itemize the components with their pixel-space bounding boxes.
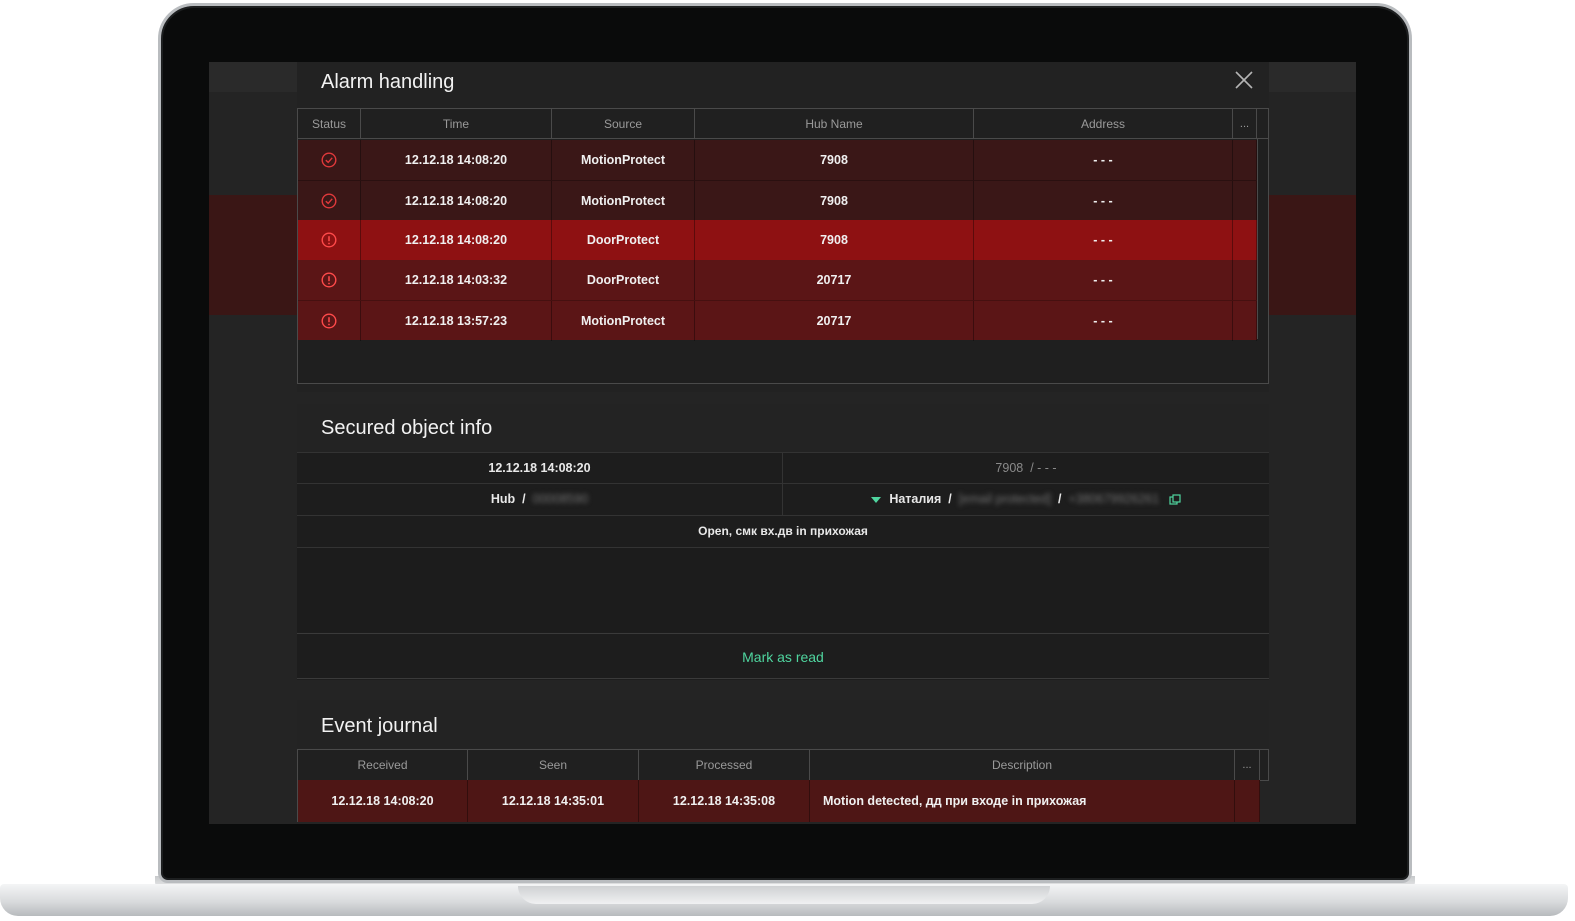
time-cell: 12.12.18 13:57:23	[361, 301, 552, 341]
col-status[interactable]: Status	[298, 109, 361, 139]
close-icon	[1235, 71, 1253, 89]
table-row-selected[interactable]: 12.12.18 14:08:20 DoorProtect 7908 - - -	[298, 220, 1257, 260]
received-cell: 12.12.18 14:08:20	[298, 780, 468, 822]
user-cell: Наталия / [email protected] / +380679926…	[783, 484, 1269, 515]
more-cell	[1233, 220, 1257, 260]
col-description[interactable]: Description	[810, 750, 1235, 780]
hub-label: Hub	[490, 492, 516, 506]
seen-cell: 12.12.18 14:35:01	[468, 780, 639, 822]
copy-icon[interactable]	[1169, 494, 1181, 506]
col-received[interactable]: Received	[298, 750, 468, 780]
more-cell	[1233, 140, 1257, 180]
more-cell	[1233, 181, 1257, 221]
alarm-table-header: Status Time Source Hub Name Address ...	[298, 109, 1268, 139]
scrollbar-track[interactable]	[1257, 139, 1258, 339]
source-cell: MotionProtect	[552, 301, 695, 341]
alarm-handling-modal: Alarm handling Status Time Source Hub Na…	[297, 62, 1269, 824]
hub-cell: Hub / 00008590	[297, 484, 783, 515]
alert-circle-icon	[321, 313, 337, 329]
table-row[interactable]: 12.12.18 14:08:20 MotionProtect 7908 - -…	[298, 140, 1257, 180]
comment-area[interactable]	[297, 548, 1269, 632]
source-cell: MotionProtect	[552, 181, 695, 221]
alert-circle-icon	[321, 232, 337, 248]
address-cell: - - -	[974, 220, 1233, 260]
check-circle-icon	[321, 152, 337, 168]
processed-cell: 12.12.18 14:35:08	[639, 780, 810, 822]
time-cell: 12.12.18 14:03:32	[361, 260, 552, 300]
event-timestamp: 12.12.18 14:08:20	[297, 453, 783, 484]
address-cell: - - -	[974, 181, 1233, 221]
journal-table-header: Received Seen Processed Description ...	[297, 749, 1269, 781]
info-row-event: Open, смк вх.дв in прихожая	[297, 516, 1269, 548]
close-button[interactable]	[1234, 70, 1254, 90]
user-dropdown-icon[interactable]	[871, 496, 882, 503]
description-cell: Motion detected, дд при входе in прихожа…	[810, 780, 1235, 822]
alarm-table: Status Time Source Hub Name Address ... …	[297, 108, 1269, 384]
time-cell: 12.12.18 14:08:20	[361, 181, 552, 221]
col-more-button[interactable]: ...	[1233, 109, 1257, 139]
address-cell: - - -	[974, 140, 1233, 180]
source-cell: DoorProtect	[552, 260, 695, 300]
hub-name-value: 7908	[995, 461, 1024, 475]
hub-cell: 7908	[695, 220, 974, 260]
secured-object-panel: Secured object info 12.12.18 14:08:20 79…	[297, 404, 1269, 680]
journal-more-button[interactable]: ...	[1235, 750, 1260, 780]
address-cell: - - -	[974, 260, 1233, 300]
info-row-time: 12.12.18 14:08:20 7908 / - - -	[297, 452, 1269, 484]
col-hub-name[interactable]: Hub Name	[695, 109, 974, 139]
col-source[interactable]: Source	[552, 109, 695, 139]
event-journal-header: Event journal	[297, 700, 1269, 748]
user-phone: +380679926261	[1068, 492, 1160, 506]
journal-row[interactable]: 12.12.18 14:08:20 12.12.18 14:35:01 12.1…	[297, 780, 1260, 822]
alarm-handling-panel: Alarm handling Status Time Source Hub Na…	[297, 62, 1269, 392]
col-processed[interactable]: Processed	[639, 750, 810, 780]
user-name[interactable]: Наталия	[889, 492, 941, 506]
time-cell: 12.12.18 14:08:20	[361, 220, 552, 260]
check-circle-icon	[321, 193, 337, 209]
hub-id-value: 00008590	[532, 492, 589, 506]
table-row[interactable]: 12.12.18 13:57:23 MotionProtect 20717 - …	[298, 300, 1257, 341]
status-cell	[298, 260, 361, 300]
hub-cell: 7908	[695, 140, 974, 180]
more-cell	[1233, 260, 1257, 300]
secured-object-title: Secured object info	[321, 417, 493, 439]
info-row-hub-user: Hub / 00008590 Наталия / [email protecte…	[297, 484, 1269, 516]
source-cell: MotionProtect	[552, 140, 695, 180]
alarm-handling-title: Alarm handling	[321, 71, 455, 93]
hub-address-cell: 7908 / - - -	[783, 453, 1269, 484]
hub-cell: 20717	[695, 260, 974, 300]
address-cell: - - -	[974, 301, 1233, 341]
source-cell: DoorProtect	[552, 220, 695, 260]
hub-cell: 20717	[695, 301, 974, 341]
laptop-notch	[518, 886, 1050, 904]
time-cell: 12.12.18 14:08:20	[361, 140, 552, 180]
more-cell	[1235, 780, 1260, 822]
mark-as-read-button[interactable]: Mark as read	[297, 633, 1269, 679]
more-cell	[1233, 301, 1257, 341]
col-address[interactable]: Address	[974, 109, 1233, 139]
event-journal-title: Event journal	[321, 715, 438, 737]
status-cell	[298, 301, 361, 341]
table-row[interactable]: 12.12.18 14:03:32 DoorProtect 20717 - - …	[298, 260, 1257, 300]
event-description: Open, смк вх.дв in прихожая	[698, 524, 868, 538]
user-email: [email protected]	[958, 492, 1052, 506]
status-cell	[298, 181, 361, 221]
table-row[interactable]: 12.12.18 14:08:20 MotionProtect 7908 - -…	[298, 180, 1257, 221]
hub-cell: 7908	[695, 181, 974, 221]
status-cell	[298, 140, 361, 180]
alert-circle-icon	[321, 272, 337, 288]
col-seen[interactable]: Seen	[468, 750, 639, 780]
col-time[interactable]: Time	[361, 109, 552, 139]
address-value: / - - -	[1030, 461, 1057, 475]
status-cell	[298, 220, 361, 260]
